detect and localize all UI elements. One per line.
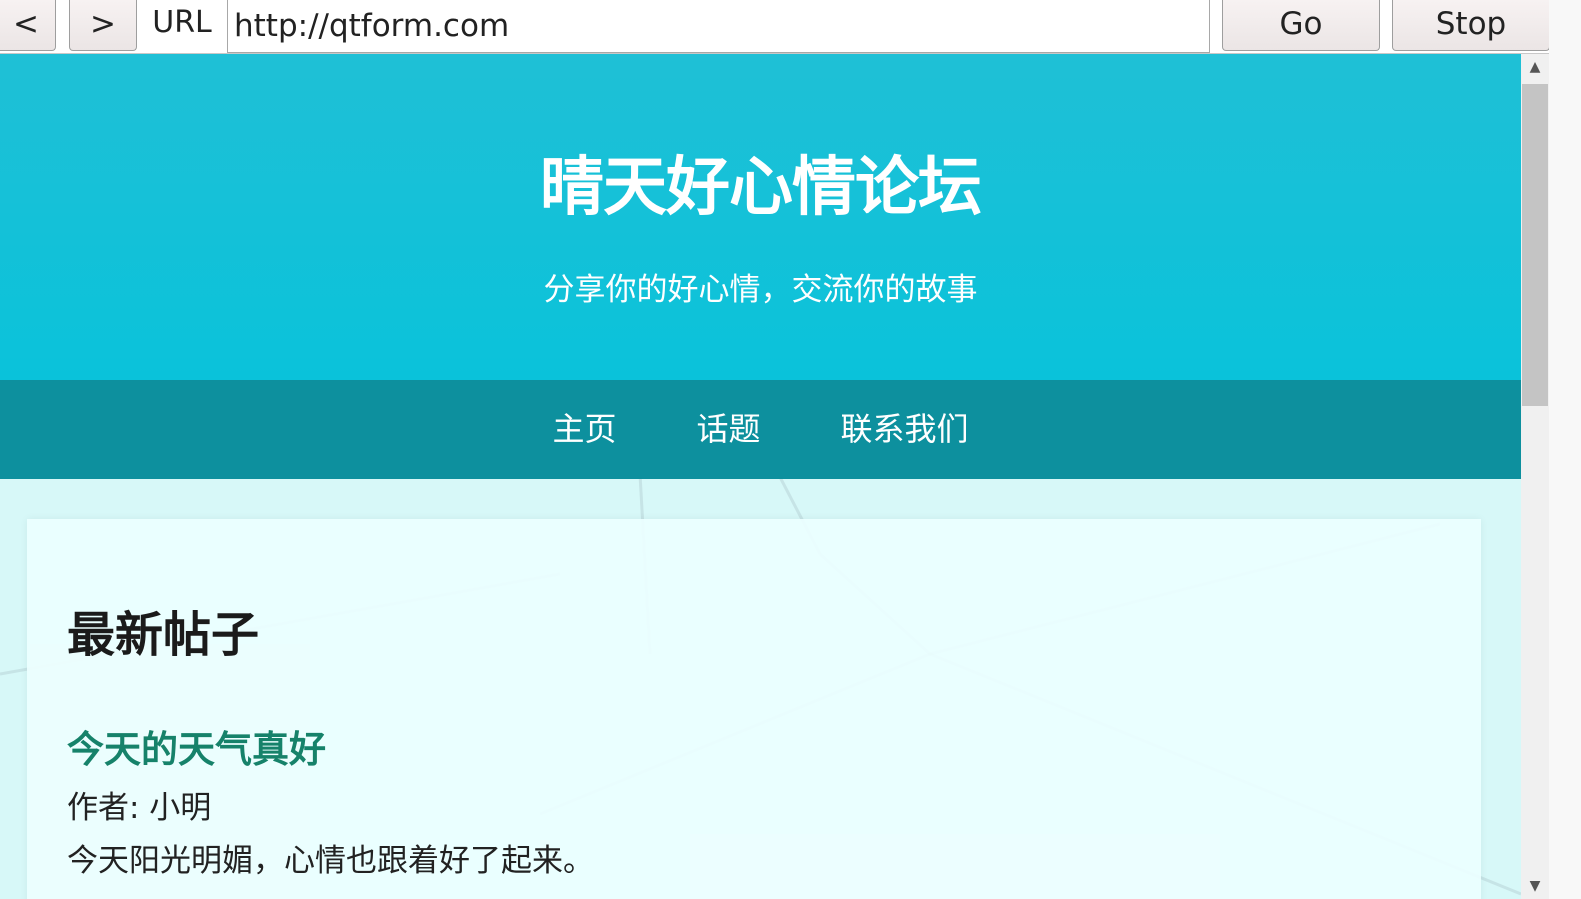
url-label: URL [152, 5, 212, 40]
browser-toolbar: < > URL Go Stop [0, 0, 1581, 54]
post-excerpt: 今天阳光明媚，心情也跟着好了起来。 [67, 843, 594, 879]
latest-posts-card: 最新帖子 今天的天气真好 作者: 小明 今天阳光明媚，心情也跟着好了起来。 [27, 519, 1481, 899]
scrollbar-thumb[interactable] [1522, 84, 1548, 406]
section-heading: 最新帖子 [67, 607, 260, 663]
vertical-scrollbar[interactable]: ▲ ▼ [1521, 54, 1549, 899]
site-title: 晴天好心情论坛 [540, 151, 982, 225]
nav-item-contact[interactable]: 联系我们 [841, 380, 969, 479]
url-input[interactable] [227, 0, 1210, 53]
post-title-link[interactable]: 今天的天气真好 [67, 719, 326, 773]
nav-item-topics[interactable]: 话题 [696, 380, 760, 479]
post-author: 作者: 小明 [67, 790, 212, 826]
site-header: 晴天好心情论坛 分享你的好心情，交流你的故事 [0, 54, 1521, 380]
nav-item-home[interactable]: 主页 [552, 380, 616, 479]
forward-button[interactable]: > [69, 0, 137, 51]
window-edge [1549, 0, 1581, 899]
main-nav: 主页 话题 联系我们 [0, 380, 1521, 479]
go-button[interactable]: Go [1222, 0, 1380, 51]
scroll-down-arrow-icon[interactable]: ▼ [1521, 873, 1549, 899]
back-button[interactable]: < [0, 0, 56, 51]
site-subtitle: 分享你的好心情，交流你的故事 [543, 272, 978, 308]
stop-button[interactable]: Stop [1392, 0, 1550, 51]
scroll-up-arrow-icon[interactable]: ▲ [1521, 54, 1549, 80]
page-viewport: 晴天好心情论坛 分享你的好心情，交流你的故事 主页 话题 联系我们 最新帖子 今… [0, 54, 1521, 899]
